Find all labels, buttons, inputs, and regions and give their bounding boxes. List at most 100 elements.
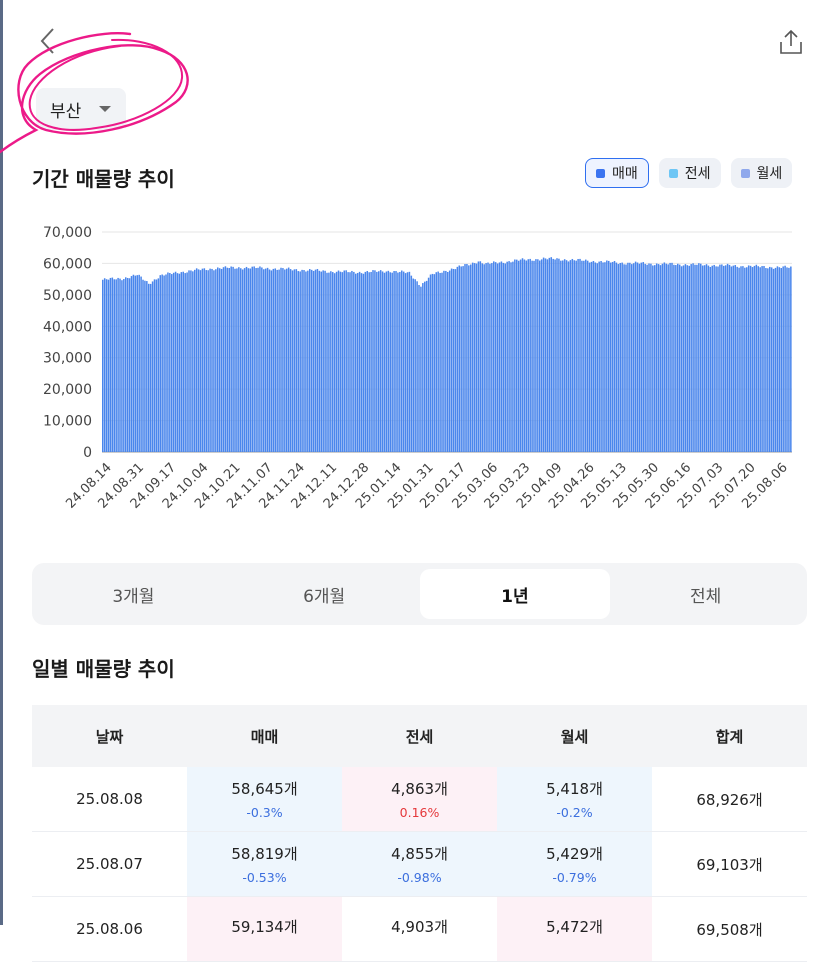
bar [264,268,267,452]
bar [332,272,334,452]
bar [588,262,591,452]
bar [230,266,232,452]
bar [370,271,372,452]
period-tab-3m[interactable]: 3개월 [38,569,229,619]
bar [790,266,792,452]
bar [448,270,451,452]
legend-item-monthly[interactable]: 월세 [730,158,793,188]
bar [730,266,733,452]
chevron-left-icon[interactable] [34,26,64,56]
bar [425,280,428,452]
trend-title: 기간 매물량 추이 [32,167,175,191]
bar [746,267,748,452]
bar [180,272,183,452]
bar [575,260,577,452]
bar [565,260,568,452]
bar [297,271,300,452]
bar [761,266,763,452]
bar [197,269,200,452]
bar [736,266,738,452]
period-tab-all[interactable]: 전체 [610,569,801,619]
bar [611,261,614,452]
bar [402,271,405,452]
bar [117,277,119,452]
bar [347,272,349,452]
bar [502,262,505,452]
bar [316,268,319,452]
bar [696,264,698,452]
bar [550,257,553,452]
bar [169,272,171,452]
cell-total: 69,103개 [652,831,807,897]
bar [569,260,572,452]
bar [700,263,702,452]
bar [356,272,359,452]
bar [535,259,537,452]
bar [562,260,564,452]
bar [669,262,671,452]
period-tab-6m[interactable]: 6개월 [229,569,420,619]
bar [763,266,765,452]
bar [759,267,761,452]
bar [539,260,541,452]
bar [253,266,255,452]
bar [249,268,252,452]
legend-label-sale: 매매 [612,166,638,182]
cell-total: 69,508개 [652,896,807,962]
bar [477,261,480,452]
bar [416,281,418,452]
period-tab-1y[interactable]: 1년 [419,569,611,619]
jeonse-value: 4,855개 [391,845,448,863]
bar [715,266,717,452]
bar [609,262,612,452]
sale-change: -0.3% [246,805,283,820]
bar [686,265,689,452]
bar [146,281,148,452]
legend-item-jeonse[interactable]: 전세 [658,158,721,188]
bar [192,271,194,452]
bar [602,262,604,452]
bar [682,265,685,452]
bar [272,268,275,452]
bar [468,265,470,452]
bar [330,271,332,452]
bar [583,260,585,452]
bar [435,272,438,452]
bar [284,269,286,452]
bar [161,274,163,452]
bar [299,271,301,452]
bar [301,269,303,452]
bar [140,276,142,452]
bar [776,266,779,452]
bar [636,262,639,452]
bar [105,279,108,452]
region-dropdown[interactable]: 부산 [36,88,126,130]
bar [163,275,165,452]
bar [644,263,646,452]
bar [257,267,259,452]
sale-value: 59,134개 [231,917,298,936]
bar [705,264,708,452]
bar [372,270,374,452]
share-icon[interactable] [776,28,806,58]
bar [232,266,234,452]
bar [617,264,620,452]
bar [343,270,346,452]
cell-monthly: 5,418개 -0.2% [497,767,652,832]
bar [134,275,137,452]
bar [293,269,296,452]
bar [404,273,407,452]
bar [165,274,167,452]
bar [473,263,476,452]
bar [445,270,447,452]
bar [454,269,457,452]
bar [153,279,156,452]
monthly-change: -0.79% [552,870,597,885]
bar [640,262,643,452]
bar [596,263,599,452]
y-tick-label: 70,000 [43,225,92,241]
legend-item-sale[interactable]: 매매 [585,158,649,188]
monthly-value: 5,472개 [546,917,603,936]
bar [517,260,520,452]
bar [707,265,710,452]
